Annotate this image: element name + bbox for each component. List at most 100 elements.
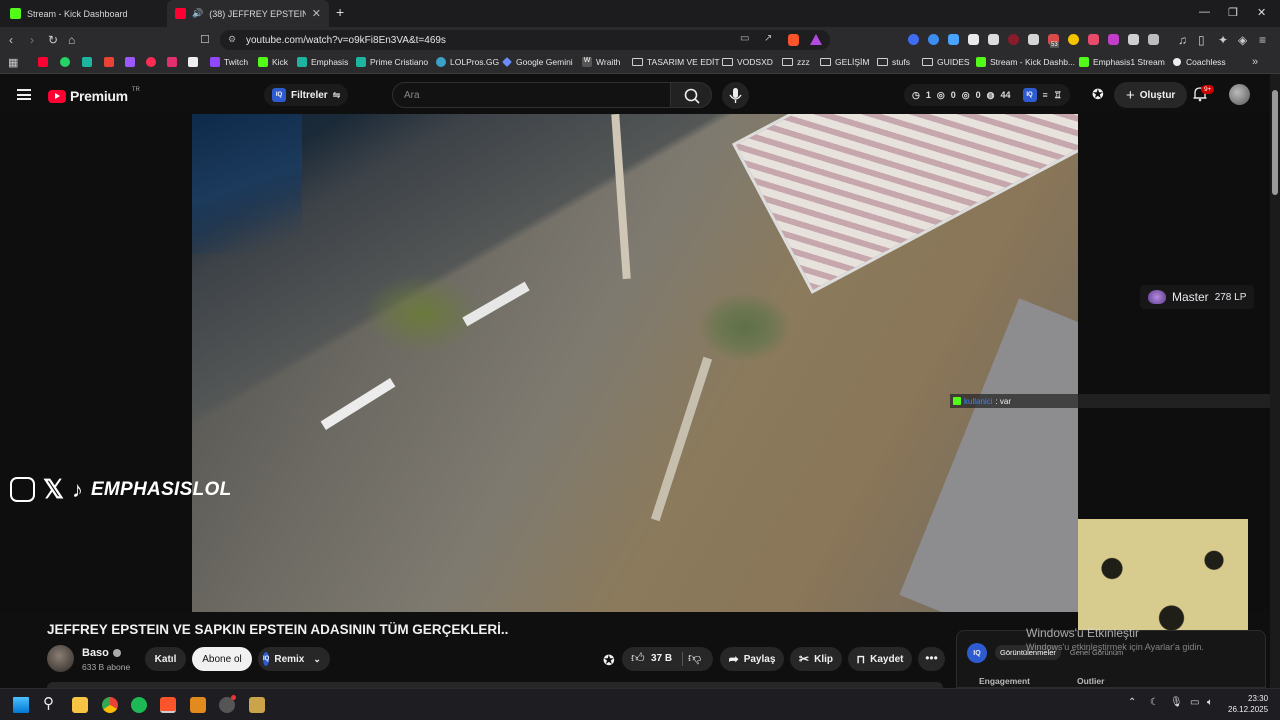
- bookmark-icon[interactable]: ☐: [200, 33, 210, 46]
- share-button[interactable]: ➦ Paylaş: [720, 647, 784, 671]
- clip-button[interactable]: ✂ Klip: [790, 647, 842, 671]
- youtube-logo[interactable]: Premium TR: [48, 87, 140, 104]
- speaker-icon[interactable]: 🔊: [192, 8, 203, 19]
- extension-icon[interactable]: [928, 34, 939, 45]
- stats-widget[interactable]: ◷ 1 ◎ 0 ◎ 0 ◍ 44 IQ ≡ ♖: [904, 84, 1070, 106]
- network-icon[interactable]: ▭: [1190, 697, 1199, 708]
- maximize-button[interactable]: ❐: [1228, 6, 1238, 19]
- extension-icon[interactable]: [1148, 34, 1159, 45]
- taskbar-clock[interactable]: 23:30 26.12.2025: [1228, 693, 1268, 715]
- extension-icon[interactable]: [948, 34, 959, 45]
- chrome-icon[interactable]: [102, 697, 118, 713]
- extension-icon[interactable]: [1068, 34, 1079, 45]
- extension-icon[interactable]: [908, 34, 919, 45]
- bookmark-item[interactable]: [167, 57, 177, 67]
- search-input[interactable]: Ara: [392, 82, 670, 108]
- bookmark-item[interactable]: Google Gemini: [502, 57, 573, 67]
- bookmark-item[interactable]: [146, 57, 156, 67]
- close-window-button[interactable]: ✕: [1257, 6, 1266, 19]
- volume-icon[interactable]: 🔈︎: [1207, 697, 1213, 708]
- extension-icon[interactable]: [1088, 34, 1099, 45]
- sidebar-icon[interactable]: ▯: [1198, 33, 1205, 47]
- subscribe-button[interactable]: Abone ol: [192, 647, 252, 671]
- bookmark-item[interactable]: [104, 57, 114, 67]
- bookmark-item[interactable]: Twitch: [210, 57, 248, 67]
- extension-icon[interactable]: ✪: [1092, 86, 1104, 103]
- bookmark-item[interactable]: Coachless: [1172, 57, 1226, 67]
- extension-icon[interactable]: [1008, 34, 1019, 45]
- minimize-button[interactable]: —: [1199, 6, 1210, 18]
- bookmark-item[interactable]: Kick: [258, 57, 288, 67]
- shield-icon[interactable]: ◈: [1238, 33, 1247, 47]
- filters-button[interactable]: IQ Filtreler ⇋: [264, 84, 349, 106]
- tray-app-icon[interactable]: ☾: [1150, 697, 1159, 708]
- microphone-icon[interactable]: 🎙︎: [1170, 697, 1183, 708]
- channel-avatar[interactable]: [47, 645, 74, 672]
- extension-icon[interactable]: [968, 34, 979, 45]
- video-player[interactable]: [192, 114, 1078, 612]
- search-icon[interactable]: ⚲: [43, 694, 54, 712]
- share-icon[interactable]: ↗: [764, 33, 772, 44]
- bookmark-item[interactable]: LOLPros.GG: [436, 57, 499, 67]
- remix-button[interactable]: IQ Remix ⌄: [258, 647, 330, 671]
- chevron-down-icon[interactable]: ⌄: [313, 654, 321, 665]
- brave-shield-icon[interactable]: [788, 34, 799, 46]
- save-button[interactable]: ⊓ Kaydet: [848, 647, 912, 671]
- close-tab-icon[interactable]: ✕: [312, 7, 321, 20]
- bookmark-item[interactable]: [38, 57, 48, 67]
- bookmark-folder[interactable]: TASARIM VE EDİT: [632, 57, 720, 67]
- league-client-icon[interactable]: [249, 697, 265, 713]
- site-info-icon[interactable]: ⚙: [228, 34, 236, 45]
- back-icon[interactable]: ‹: [9, 33, 13, 47]
- bookmark-folder[interactable]: VODSXD: [722, 57, 773, 67]
- bookmark-folder[interactable]: zzz: [782, 57, 810, 67]
- extension-icon[interactable]: ✪: [603, 652, 615, 669]
- camera-icon[interactable]: [1028, 34, 1039, 45]
- windows-start-icon[interactable]: [13, 697, 29, 713]
- page-scrollbar[interactable]: [1270, 74, 1280, 688]
- bookmark-folder[interactable]: GUIDES: [922, 57, 970, 67]
- extension-icon[interactable]: [1108, 34, 1119, 45]
- bookmark-item[interactable]: [60, 57, 70, 67]
- music-icon[interactable]: ♫: [1178, 33, 1187, 47]
- tab-kick-dashboard[interactable]: Stream - Kick Dashboard: [2, 0, 167, 27]
- file-explorer-icon[interactable]: [72, 697, 88, 713]
- hamburger-menu-icon[interactable]: [17, 89, 31, 100]
- bookmark-folder[interactable]: GELİŞİM: [820, 57, 869, 67]
- join-button[interactable]: Katıl: [145, 647, 186, 671]
- puzzle-icon[interactable]: [1128, 34, 1139, 45]
- cast-icon[interactable]: ▭: [740, 33, 749, 44]
- bookmark-item[interactable]: [125, 57, 135, 67]
- bookmark-item[interactable]: Stream - Kick Dashb...: [976, 57, 1075, 67]
- brave-rewards-icon[interactable]: [810, 34, 822, 45]
- bookmark-item[interactable]: [188, 57, 198, 67]
- forward-icon[interactable]: ›: [30, 33, 34, 47]
- new-tab-button[interactable]: +: [336, 4, 344, 20]
- tab-youtube-video[interactable]: 🔊 (38) JEFFREY EPSTEIN VE SAPK ✕: [167, 0, 329, 27]
- extension-icon[interactable]: [988, 34, 999, 45]
- tray-chevron-icon[interactable]: ⌃: [1128, 697, 1136, 708]
- dislike-icon[interactable]: 👎︎: [688, 650, 701, 666]
- create-button[interactable]: + Oluştur: [1114, 82, 1188, 108]
- scrollbar-thumb[interactable]: [1272, 90, 1278, 195]
- search-button[interactable]: [670, 82, 712, 108]
- bookmark-item[interactable]: Prime Cristiano: [356, 57, 428, 67]
- voice-search-button[interactable]: [722, 82, 749, 109]
- reload-icon[interactable]: ↻: [48, 33, 58, 47]
- channel-name-link[interactable]: Baso: [82, 647, 121, 659]
- home-icon[interactable]: ⌂: [68, 33, 75, 47]
- sublime-icon[interactable]: [190, 697, 206, 713]
- bookmark-folder[interactable]: stufs: [877, 57, 910, 67]
- bookmark-item[interactable]: Emphasis1 Stream: [1079, 57, 1165, 67]
- more-bookmarks-button[interactable]: »: [1252, 56, 1258, 68]
- bookmark-item[interactable]: [82, 57, 92, 67]
- bookmark-item[interactable]: Emphasis: [297, 57, 348, 67]
- spotify-icon[interactable]: [131, 697, 147, 713]
- apps-grid-icon[interactable]: ▦: [8, 56, 18, 69]
- like-icon[interactable]: 👍︎: [631, 650, 645, 666]
- menu-icon[interactable]: ≡: [1259, 33, 1266, 47]
- ai-icon[interactable]: ✦: [1218, 33, 1228, 47]
- account-avatar[interactable]: [1229, 84, 1250, 105]
- more-actions-button[interactable]: •••: [918, 647, 945, 671]
- bookmark-item[interactable]: W Wraith: [582, 57, 620, 67]
